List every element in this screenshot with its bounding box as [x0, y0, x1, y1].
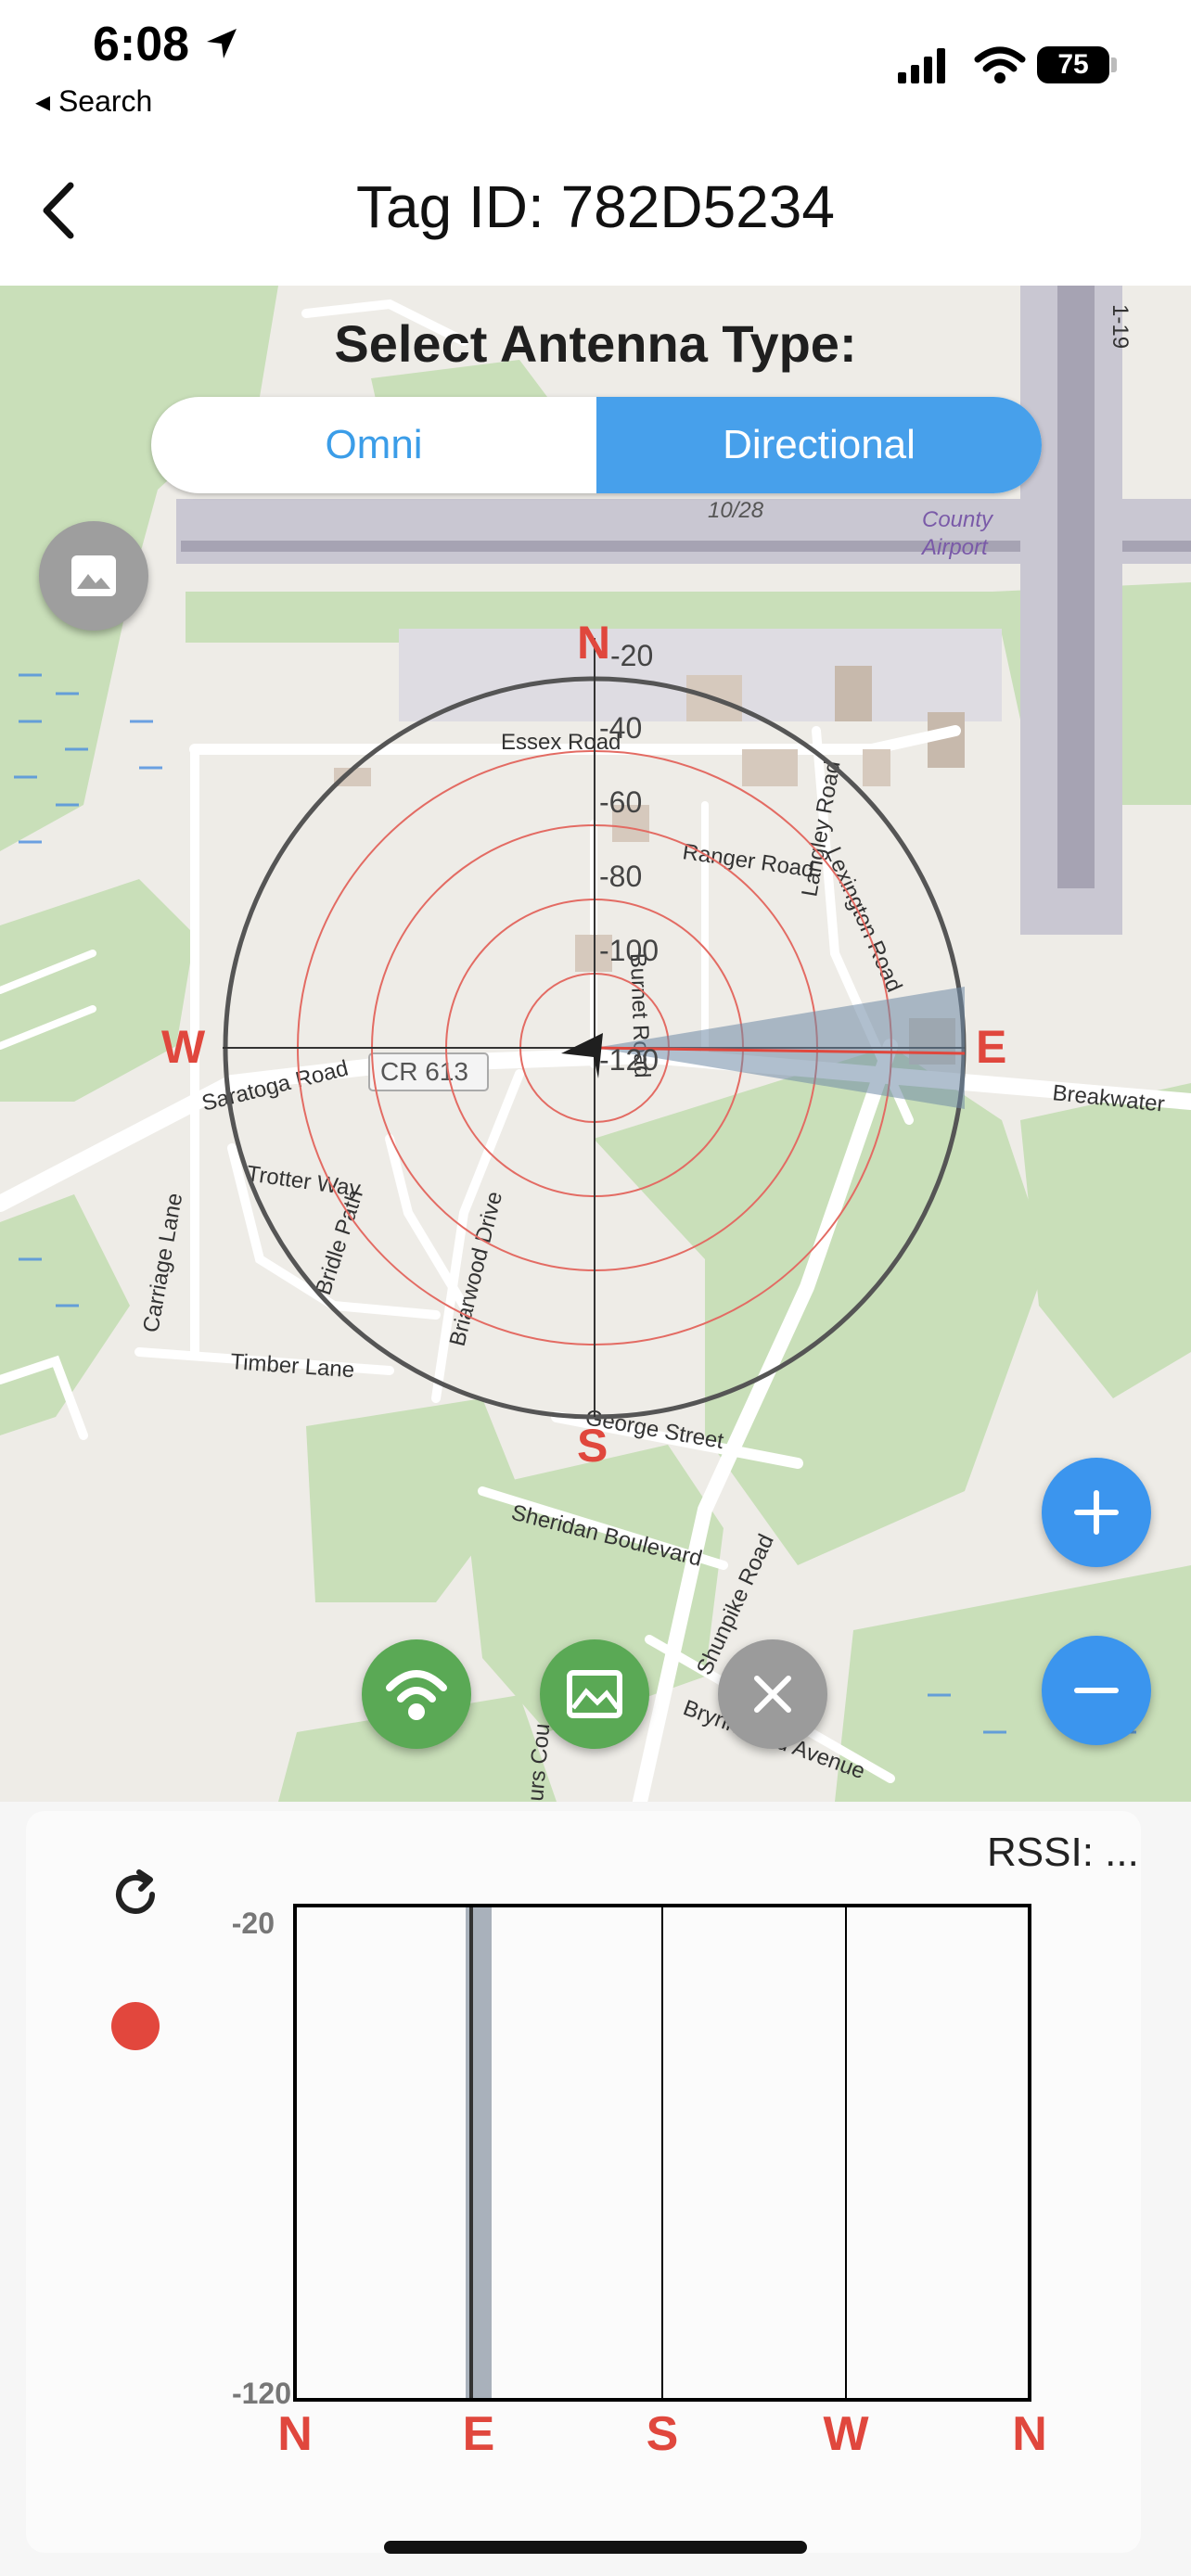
home-indicator: [384, 2541, 807, 2554]
close-icon: [754, 1676, 791, 1713]
svg-text:N: N: [577, 617, 610, 669]
svg-text:-40: -40: [599, 711, 642, 745]
x-tick-label: S: [647, 2407, 679, 2461]
svg-text:-80: -80: [599, 860, 642, 893]
x-tick-label: E: [463, 2407, 495, 2461]
heading-arrow-icon: [561, 1033, 603, 1078]
time-text: 6:08: [93, 18, 190, 71]
svg-text:-120: -120: [599, 1043, 659, 1077]
map-view[interactable]: Essex Road Ranger Road Langley Road Lexi…: [0, 286, 1191, 1802]
signal-panel: RSSI: ... N E S W N -20 -120: [0, 1802, 1191, 2576]
nav-bar: Tag ID: 782D5234: [0, 139, 1191, 287]
wifi-status-icon: [974, 46, 1026, 83]
close-button[interactable]: [718, 1639, 827, 1749]
signal-button[interactable]: [362, 1639, 471, 1749]
svg-text:-20: -20: [610, 639, 653, 672]
location-arrow-icon: [206, 29, 237, 58]
svg-text:S: S: [577, 1420, 608, 1472]
minus-icon: [1074, 1688, 1119, 1693]
cellular-signal-icon: [898, 48, 945, 83]
wifi-signal-icon: [386, 1670, 447, 1720]
svg-text:-60: -60: [599, 785, 642, 819]
back-to-search-link[interactable]: ◂ Search: [35, 83, 152, 119]
compass-overlay: -20 -40 -60 -80 -100 -120 N E S W: [161, 617, 1006, 1472]
svg-text:-100: -100: [599, 934, 659, 967]
battery-indicator: 75: [1037, 46, 1109, 83]
status-time: 6:08: [93, 17, 240, 72]
svg-text:W: W: [161, 1021, 206, 1073]
terrain-image-icon: [567, 1670, 622, 1718]
x-tick-label: N: [1012, 2407, 1047, 2461]
rssi-chart: N E S W N -20 -120: [232, 1904, 1047, 2461]
y-tick-label: -20: [232, 1906, 275, 1940]
zoom-out-button[interactable]: [1042, 1636, 1151, 1745]
terrain-button[interactable]: [540, 1639, 649, 1749]
y-tick-label: -120: [232, 2377, 291, 2410]
x-tick-label: W: [823, 2407, 869, 2461]
ring-labels: -20 -40 -60 -80 -100 -120: [599, 639, 659, 1077]
status-bar: 6:08 ◂ Search 75: [0, 0, 1191, 139]
battery-tip: [1111, 57, 1117, 72]
page-title: Tag ID: 782D5234: [356, 173, 835, 240]
x-tick-label: N: [277, 2407, 313, 2461]
zoom-in-button[interactable]: [1042, 1458, 1151, 1567]
svg-text:E: E: [976, 1021, 1006, 1073]
plus-icon: [1074, 1490, 1119, 1535]
